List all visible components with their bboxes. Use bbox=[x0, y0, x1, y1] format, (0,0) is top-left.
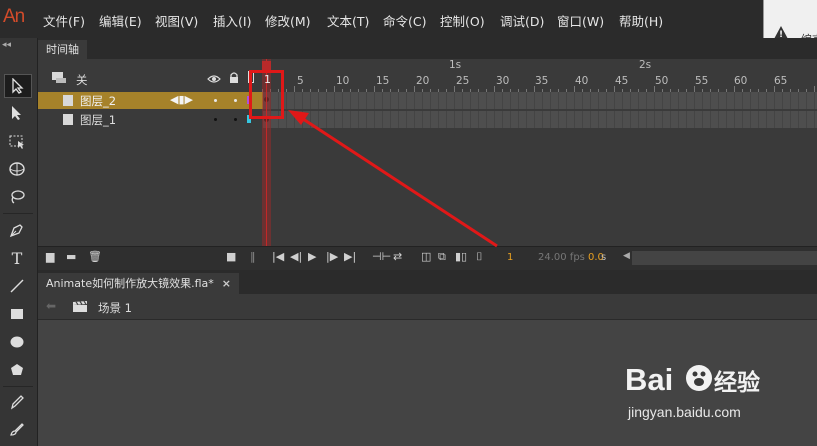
menu-modify[interactable]: 修改(M) bbox=[265, 11, 311, 30]
app-logo: An bbox=[3, 6, 25, 27]
new-layer-icon[interactable]: ▆ bbox=[46, 250, 54, 263]
layer-name[interactable]: 图层_2 bbox=[80, 93, 116, 109]
lock-all-icon[interactable] bbox=[229, 72, 239, 87]
svg-text:经验: 经验 bbox=[714, 369, 760, 395]
document-tab-label: Animate如何制作放大镜效果.fla* bbox=[46, 277, 214, 290]
second-marker: 1s bbox=[449, 59, 462, 71]
layer-icon bbox=[63, 114, 73, 125]
back-arrow-icon[interactable]: ⬅ bbox=[46, 299, 56, 313]
baidu-jingyan-watermark: Bai 经验 bbox=[625, 362, 760, 397]
frame-number: 25 bbox=[456, 75, 470, 87]
onion-skin-icon[interactable]: ◫ bbox=[421, 250, 431, 263]
menu-edit[interactable]: 编辑(E) bbox=[99, 11, 142, 30]
line-tool-icon[interactable] bbox=[4, 275, 30, 297]
menu-file[interactable]: 文件(F) bbox=[43, 11, 85, 30]
annotation-highlight-box bbox=[249, 70, 284, 119]
layer-frames[interactable] bbox=[263, 111, 817, 128]
loop-icon[interactable]: ⇄ bbox=[393, 250, 402, 263]
step-forward-icon[interactable]: |▶ bbox=[326, 250, 338, 263]
lasso-tool-icon[interactable] bbox=[4, 186, 30, 208]
3d-rotation-tool-icon[interactable] bbox=[4, 158, 30, 180]
menu-view[interactable]: 视图(V) bbox=[155, 11, 198, 30]
svg-text:Bai: Bai bbox=[625, 362, 673, 397]
pen-tool-icon[interactable] bbox=[4, 219, 30, 241]
menu-bar: An 文件(F) 编辑(E) 视图(V) 插入(I) 修改(M) 文本(T) 命… bbox=[0, 0, 817, 38]
elapsed-time-unit: s bbox=[601, 252, 607, 263]
watermark-url: jingyan.baidu.com bbox=[628, 404, 741, 420]
camera-icon[interactable]: ■ bbox=[226, 250, 236, 263]
layers-header-icon bbox=[52, 72, 66, 86]
timeline-tab-bar: 时间轴 bbox=[38, 38, 817, 59]
tools-panel: ◂◂ T bbox=[0, 38, 38, 446]
layer-icon bbox=[63, 95, 73, 106]
go-to-first-frame-icon[interactable]: |◀ bbox=[272, 250, 284, 263]
layer-header-label: 关 bbox=[76, 73, 88, 87]
visibility-dot-icon[interactable] bbox=[214, 118, 217, 121]
scroll-left-icon[interactable]: ◀ bbox=[623, 251, 630, 261]
show-hide-all-icon[interactable] bbox=[207, 73, 221, 87]
layer-row[interactable]: 图层_2 ◀▮▶ bbox=[38, 92, 817, 109]
frame-ruler[interactable]: 1s 2s 5 10 15 20 25 30 35 40 45 50 55 60… bbox=[262, 59, 817, 92]
frame-number: 15 bbox=[376, 75, 390, 87]
selection-tool-icon[interactable] bbox=[4, 74, 32, 98]
tab-timeline[interactable]: 时间轴 bbox=[38, 40, 87, 59]
scene-clapper-icon bbox=[72, 300, 88, 316]
scene-label: 场景 1 bbox=[98, 301, 132, 315]
lock-dot-icon[interactable] bbox=[234, 118, 237, 121]
step-back-icon[interactable]: ◀| bbox=[290, 250, 302, 263]
tab-document[interactable]: Animate如何制作放大镜效果.fla* × bbox=[38, 273, 239, 294]
onion-divider-icon: ‖ bbox=[250, 250, 256, 263]
visibility-dot-icon[interactable] bbox=[214, 99, 217, 102]
play-icon[interactable]: ▶ bbox=[308, 250, 316, 263]
menu-control[interactable]: 控制(O) bbox=[440, 11, 485, 30]
layer-frames[interactable] bbox=[263, 92, 817, 109]
pencil-tool-icon[interactable] bbox=[4, 391, 30, 413]
lock-dot-icon[interactable] bbox=[234, 99, 237, 102]
edit-multiple-frames-icon[interactable]: ▮▯ bbox=[455, 250, 467, 263]
frame-number: 35 bbox=[535, 75, 549, 87]
frame-number: 55 bbox=[695, 75, 709, 87]
delete-layer-icon[interactable]: 🗑 bbox=[88, 250, 102, 263]
modify-onion-markers-icon[interactable]: ⌷ bbox=[476, 250, 483, 264]
paint-brush-tool-icon[interactable] bbox=[4, 418, 30, 440]
rectangle-tool-icon[interactable] bbox=[4, 303, 30, 325]
close-tab-icon[interactable]: × bbox=[222, 277, 231, 290]
frame-number: 20 bbox=[416, 75, 430, 87]
frame-number: 50 bbox=[655, 75, 669, 87]
fps-field[interactable]: 24.00 fps bbox=[538, 252, 585, 263]
text-tool-icon[interactable]: T bbox=[4, 247, 30, 269]
frame-number: 60 bbox=[734, 75, 748, 87]
menu-help[interactable]: 帮助(H) bbox=[619, 11, 663, 30]
menu-insert[interactable]: 插入(I) bbox=[213, 11, 251, 30]
frame-number: 5 bbox=[297, 75, 304, 87]
frame-number: 65 bbox=[774, 75, 788, 87]
second-marker: 2s bbox=[639, 59, 652, 71]
frame-number: 10 bbox=[336, 75, 350, 87]
new-folder-icon[interactable]: ▬ bbox=[66, 250, 76, 263]
edit-bar: ⬅ 场景 1 bbox=[38, 294, 817, 320]
keyframe-navigation-icon[interactable]: ◀▮▶ bbox=[170, 93, 193, 106]
current-frame-field[interactable]: 1 bbox=[507, 252, 513, 263]
frame-number: 30 bbox=[496, 75, 510, 87]
document-tab-bar: Animate如何制作放大镜效果.fla* × bbox=[38, 270, 817, 294]
subselection-tool-icon[interactable] bbox=[4, 102, 30, 124]
layer-row[interactable]: 图层_1 bbox=[38, 111, 817, 128]
menu-commands[interactable]: 命令(C) bbox=[383, 11, 426, 30]
go-to-last-frame-icon[interactable]: ▶| bbox=[344, 250, 356, 263]
menu-debug[interactable]: 调试(D) bbox=[500, 11, 544, 30]
menu-window[interactable]: 窗口(W) bbox=[557, 11, 604, 30]
center-frame-icon[interactable]: ⊣⊢ bbox=[372, 250, 391, 263]
polystar-tool-icon[interactable] bbox=[4, 359, 30, 381]
timeline-empty-area bbox=[38, 130, 817, 246]
collapse-panel-icon[interactable]: ◂◂ bbox=[2, 40, 11, 50]
timeline-horizontal-scrollbar[interactable] bbox=[632, 251, 817, 265]
frame-number: 45 bbox=[615, 75, 629, 87]
free-transform-tool-icon[interactable] bbox=[4, 130, 30, 152]
menu-text[interactable]: 文本(T) bbox=[327, 11, 369, 30]
layer-name[interactable]: 图层_1 bbox=[80, 112, 116, 128]
timeline-controls: ▆ ▬ 🗑 ■ ‖ |◀ ◀| ▶ |▶ ▶| ⊣⊢ ⇄ ◫ ⧉ ▮▯ ⌷ 1 … bbox=[38, 246, 817, 270]
frame-number: 40 bbox=[575, 75, 589, 87]
onion-skin-outlines-icon[interactable]: ⧉ bbox=[438, 250, 446, 264]
oval-tool-icon[interactable] bbox=[4, 331, 30, 353]
